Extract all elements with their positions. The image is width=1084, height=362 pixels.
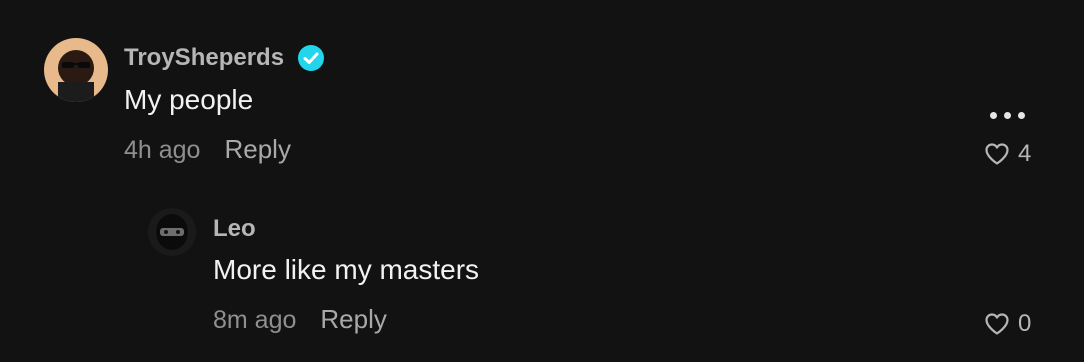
like-button[interactable]: 4 <box>984 140 1031 168</box>
comment-meta: 4h ago Reply <box>124 134 291 165</box>
like-button[interactable]: 0 <box>984 310 1031 338</box>
like-count: 0 <box>1018 310 1032 337</box>
comment-author[interactable]: Leo <box>213 214 256 244</box>
comment-time: 8m ago <box>213 306 297 334</box>
more-options-icon[interactable] <box>990 112 1025 119</box>
comment-meta: 8m ago Reply <box>213 304 387 335</box>
avatar[interactable] <box>44 38 108 102</box>
comment-time: 4h ago <box>124 136 201 164</box>
like-count: 4 <box>1018 140 1032 167</box>
reply-button[interactable]: Reply <box>224 134 290 165</box>
heart-outline-icon <box>985 143 1009 165</box>
avatar[interactable] <box>148 208 196 256</box>
comment-text: My people <box>124 84 254 115</box>
comment-author[interactable]: TroySheperds <box>124 42 325 74</box>
verified-badge-icon <box>298 45 325 71</box>
heart-outline-icon <box>985 313 1009 335</box>
username[interactable]: TroySheperds <box>124 44 284 72</box>
username[interactable]: Leo <box>213 215 256 243</box>
reply-button[interactable]: Reply <box>320 304 386 335</box>
comment-text: More like my masters <box>213 254 480 285</box>
